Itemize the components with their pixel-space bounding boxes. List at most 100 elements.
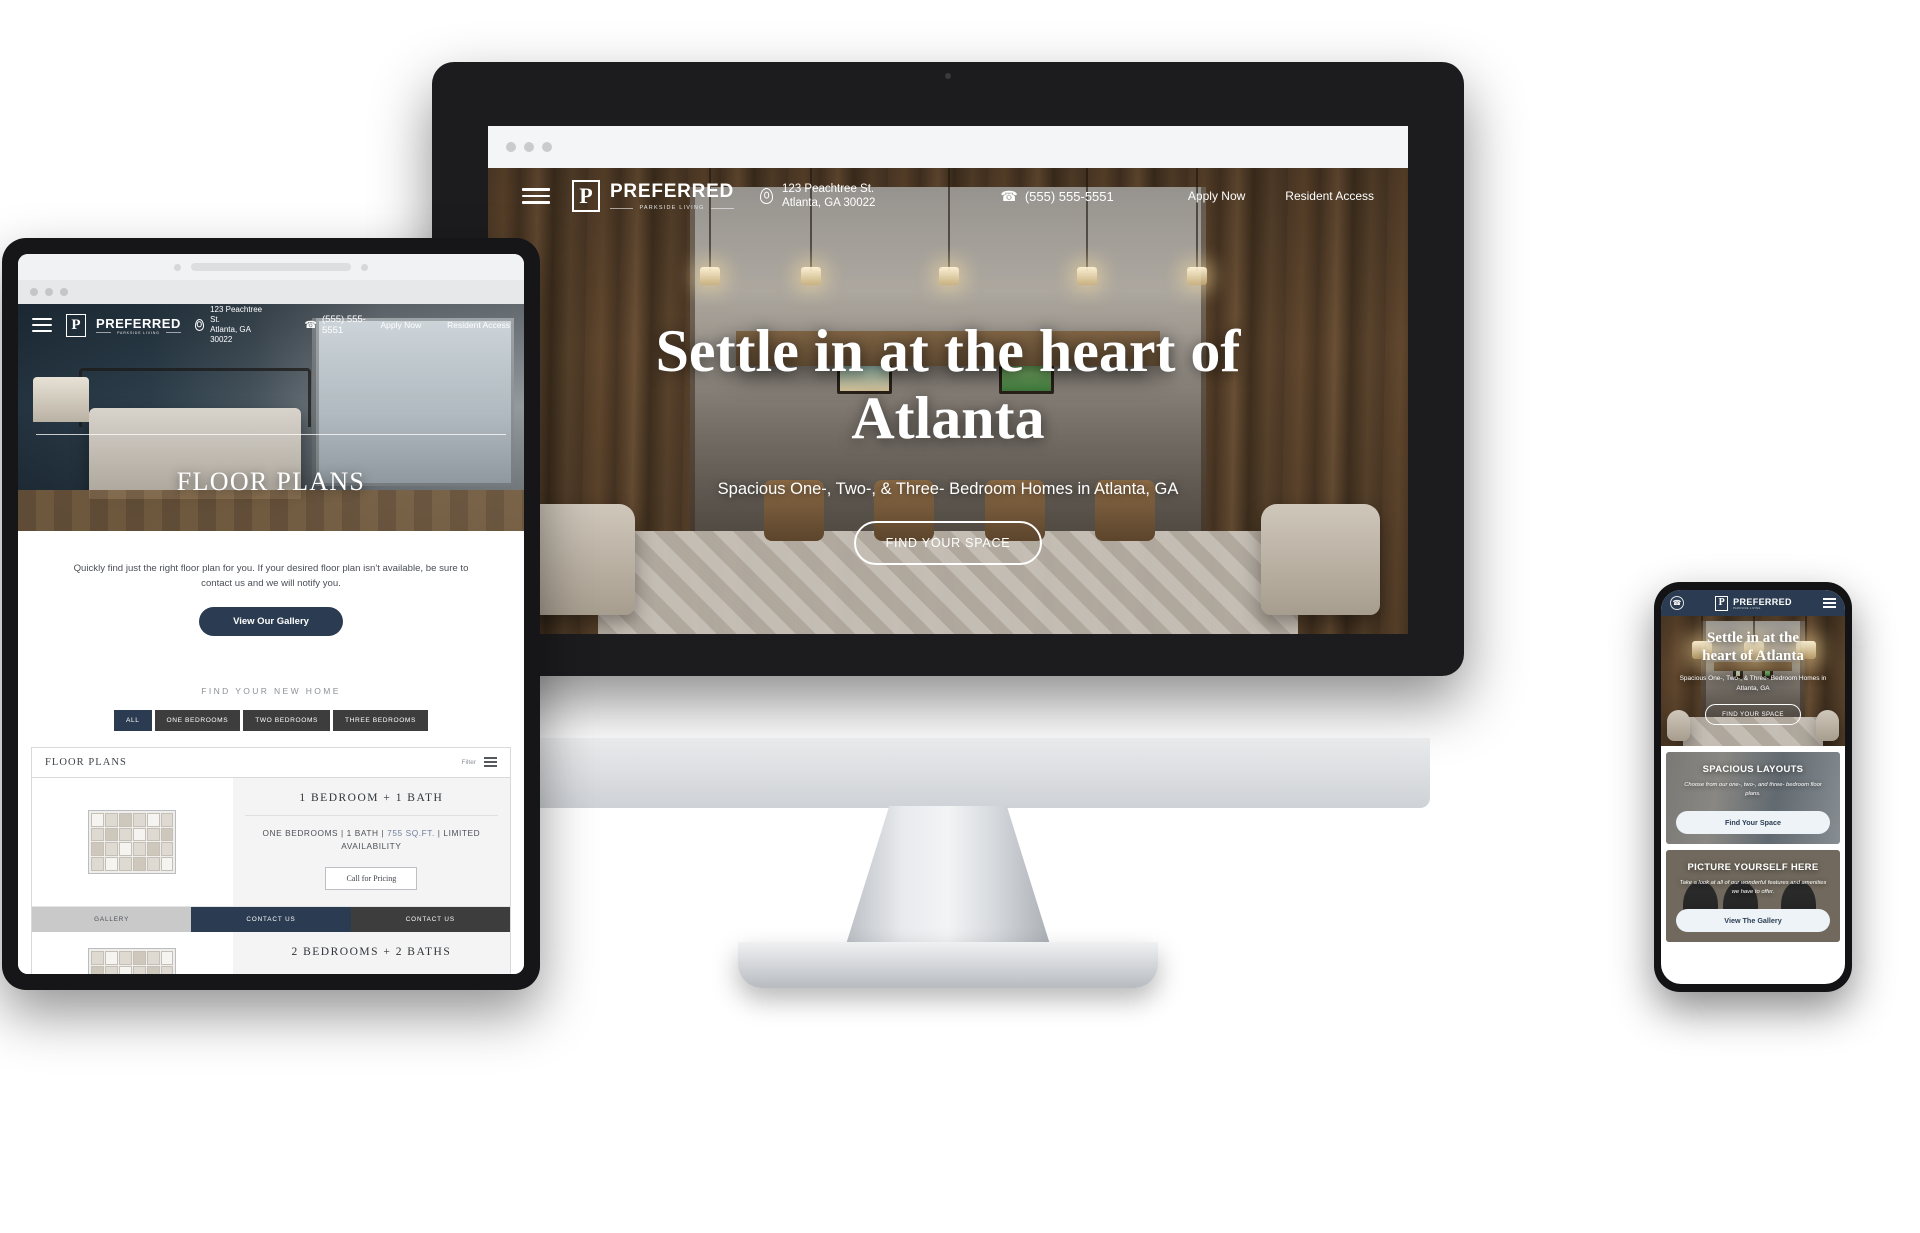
find-your-space-button[interactable]: FIND YOUR SPACE — [1705, 703, 1801, 725]
desktop-stand — [843, 806, 1053, 954]
nav-links: Apply Now Resident Access — [381, 320, 510, 330]
filter-label[interactable]: Filter — [462, 759, 476, 766]
browser-dot-maximize[interactable] — [60, 288, 68, 296]
phone-number[interactable]: (555) 555-5551 — [322, 314, 381, 336]
logo-text: PREFERRED PARKSIDE LIVING — [610, 181, 734, 211]
phone-device-mockup: ☎ P PREFERRED PARKSIDE LIVING Settle in … — [1654, 582, 1852, 992]
brand-tagline: PARKSIDE LIVING — [610, 205, 734, 211]
card-action-gallery[interactable]: GALLERY — [32, 907, 192, 933]
os-pill — [191, 263, 351, 271]
find-your-space-button[interactable]: Find Your Space — [1676, 811, 1830, 834]
view-our-gallery-button[interactable]: View Our Gallery — [199, 606, 343, 636]
desktop-device-mockup: P PREFERRED PARKSIDE LIVING 123 Peachtre… — [432, 62, 1464, 988]
desktop-page: P PREFERRED PARKSIDE LIVING 123 Peachtre… — [488, 168, 1408, 634]
address-line-2: Atlanta, GA 30022 — [210, 325, 251, 344]
logo-mark-p: P — [1715, 595, 1729, 611]
desktop-hero-copy: Settle in at the heart of Atlanta Spacio… — [488, 318, 1408, 566]
nav-link-apply-now[interactable]: Apply Now — [381, 320, 422, 330]
phone-number[interactable]: (555) 555-5551 — [1025, 189, 1114, 204]
hamburger-menu-icon[interactable] — [32, 318, 52, 332]
floor-plan-details: 1 BEDROOM + 1 BATH ONE BEDROOMS | 1 BATH… — [232, 777, 510, 907]
brand-tagline: PARKSIDE LIVING — [96, 331, 181, 335]
phone-icon: ☎ — [1000, 187, 1018, 204]
filter-list-icon[interactable] — [484, 757, 497, 768]
hamburger-menu-icon[interactable] — [522, 188, 550, 204]
hero-subheadline: Spacious One-, Two-, & Three- Bedroom Ho… — [1679, 675, 1827, 693]
phone-circle-icon[interactable]: ☎ — [1670, 596, 1684, 610]
phone-hero: Settle in at the heart of Atlanta Spacio… — [1661, 616, 1845, 746]
logo-mark-p: P — [572, 180, 600, 212]
intro-paragraph: Quickly find just the right floor plan f… — [73, 563, 469, 590]
hero-lamp — [33, 376, 89, 423]
section-copy: PICTURE YOURSELF HERE Take a look at all… — [1666, 862, 1840, 896]
view-the-gallery-button[interactable]: View The Gallery — [1676, 909, 1830, 932]
phone-screen: ☎ P PREFERRED PARKSIDE LIVING Settle in … — [1661, 590, 1845, 984]
card-action-contact-us-primary[interactable]: CONTACT US — [191, 907, 351, 933]
brand-name: PREFERRED — [1733, 596, 1792, 607]
call-for-pricing-button[interactable]: Call for Pricing — [325, 867, 418, 891]
floor-plan-sqft: 755 SQ.FT. — [387, 827, 435, 838]
os-dot-right — [361, 263, 368, 271]
tablet-screen: P PREFERRED PARKSIDE LIVING 123 Peachtre… — [18, 254, 524, 974]
floor-plan-meta: ONE BEDROOMS | 1 BATH | 755 SQ.FT. | LIM… — [245, 827, 498, 854]
desktop-screen: P PREFERRED PARKSIDE LIVING 123 Peachtre… — [488, 126, 1408, 634]
os-dot-left — [174, 263, 181, 271]
brand-logo[interactable]: P PREFERRED PARKSIDE LIVING — [1715, 595, 1792, 611]
filter-tab-all[interactable]: ALL — [113, 709, 152, 731]
filter-tab-three-bedrooms[interactable]: THREE BEDROOMS — [333, 709, 428, 731]
hero-headline-line-2: heart of Atlanta — [1702, 647, 1804, 664]
phone-section-spacious-layouts: SPACIOUS LAYOUTS Choose from our one-, t… — [1666, 752, 1840, 844]
hamburger-menu-icon[interactable] — [1823, 598, 1836, 608]
nav-link-resident-access[interactable]: Resident Access — [447, 320, 510, 330]
desktop-browser-chrome — [488, 126, 1408, 168]
logo-text: PREFERRED PARKSIDE LIVING — [1733, 597, 1792, 610]
hero-headline-line-1: Settle in at the heart of — [655, 318, 1241, 384]
browser-dot-close[interactable] — [506, 142, 516, 152]
brand-name: PREFERRED — [96, 315, 181, 331]
device-mockup-stage: P PREFERRED PARKSIDE LIVING 123 Peachtre… — [0, 0, 1920, 1233]
section-copy: SPACIOUS LAYOUTS Choose from our one-, t… — [1666, 764, 1840, 798]
tablet-intro-section: Quickly find just the right floor plan f… — [18, 531, 524, 636]
brand-logo[interactable]: P PREFERRED PARKSIDE LIVING — [66, 313, 181, 337]
title-divider-rule — [36, 434, 506, 435]
logo-mark-p: P — [66, 313, 86, 337]
browser-dot-close[interactable] — [30, 288, 38, 296]
tablet-page-title-block: FLOOR PLANS — [18, 434, 524, 497]
brand-logo[interactable]: P PREFERRED PARKSIDE LIVING — [572, 180, 734, 212]
browser-dot-minimize[interactable] — [45, 288, 53, 296]
tablet-device-mockup: P PREFERRED PARKSIDE LIVING 123 Peachtre… — [2, 238, 540, 990]
browser-dot-maximize[interactable] — [542, 142, 552, 152]
floor-plan-card: 2 BEDROOMS + 2 BATHS — [32, 932, 510, 974]
logo-text: PREFERRED PARKSIDE LIVING — [96, 316, 181, 335]
hero-headline-line-1: Settle in at the — [1706, 630, 1800, 646]
find-your-space-button[interactable]: FIND YOUR SPACE — [853, 521, 1043, 566]
address-line-2: Atlanta, GA 30022 — [782, 197, 876, 209]
floor-plan-details: 2 BEDROOMS + 2 BATHS — [232, 932, 510, 974]
card-action-contact-us-secondary[interactable]: CONTACT US — [350, 907, 510, 933]
phone-icon: ☎ — [304, 319, 318, 331]
floor-plan-thumbnail[interactable] — [32, 777, 233, 907]
section-title: SPACIOUS LAYOUTS — [1702, 764, 1804, 775]
hero-subheadline: Spacious One-, Two-, & Three- Bedroom Ho… — [717, 480, 1179, 499]
floor-plan-thumbnail[interactable] — [32, 932, 233, 974]
filter-tab-two-bedrooms[interactable]: TWO BEDROOMS — [243, 709, 331, 731]
nav-links: Apply Now Resident Access — [1188, 189, 1374, 203]
floor-plans-panel: FLOOR PLANS Filter 1 BEDROOM + 1 BATH ON… — [31, 746, 511, 974]
browser-dot-minimize[interactable] — [524, 142, 534, 152]
page-title: FLOOR PLANS — [176, 467, 366, 496]
address-block: 123 Peachtree St. Atlanta, GA 30022 — [782, 182, 875, 211]
tablet-page: P PREFERRED PARKSIDE LIVING 123 Peachtre… — [18, 304, 524, 974]
phone-section-picture-yourself-here: PICTURE YOURSELF HERE Take a look at all… — [1666, 850, 1840, 942]
filter-tab-one-bedrooms[interactable]: ONE BEDROOMS — [154, 709, 241, 731]
tablet-site-navbar: P PREFERRED PARKSIDE LIVING 123 Peachtre… — [18, 304, 524, 346]
nav-link-apply-now[interactable]: Apply Now — [1188, 189, 1245, 203]
nav-link-resident-access[interactable]: Resident Access — [1285, 189, 1374, 203]
desktop-chin — [466, 738, 1430, 808]
section-body: Choose from our one-, two-, and three- b… — [1684, 782, 1822, 797]
tablet-hero: P PREFERRED PARKSIDE LIVING 123 Peachtre… — [18, 304, 524, 531]
bedroom-filter-tabs: ALL ONE BEDROOMS TWO BEDROOMS THREE BEDR… — [18, 709, 524, 731]
address-line-1: 123 Peachtree St. — [782, 182, 875, 195]
desktop-site-navbar: P PREFERRED PARKSIDE LIVING 123 Peachtre… — [488, 168, 1408, 224]
floor-plan-card: 1 BEDROOM + 1 BATH ONE BEDROOMS | 1 BATH… — [32, 777, 510, 908]
floor-plan-meta-prefix: ONE BEDROOMS | 1 BATH | — [262, 827, 388, 838]
